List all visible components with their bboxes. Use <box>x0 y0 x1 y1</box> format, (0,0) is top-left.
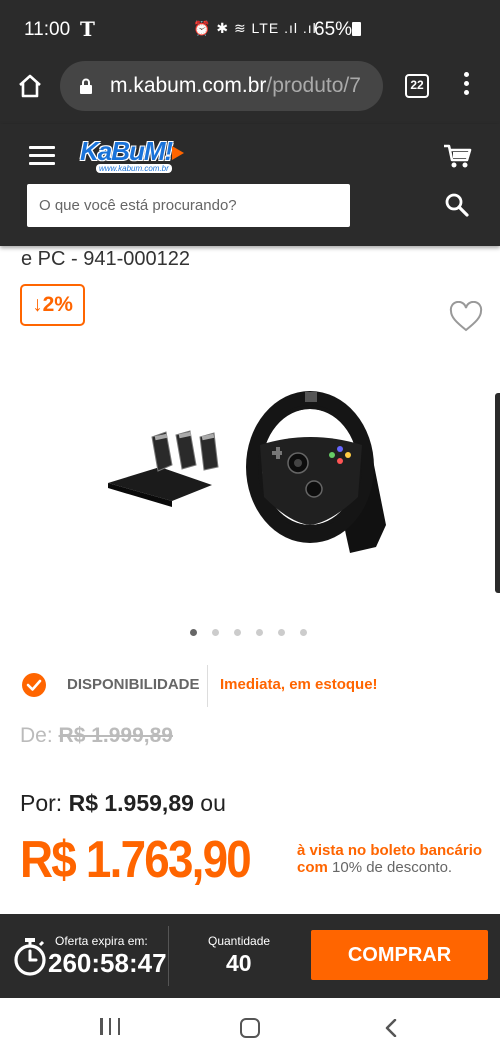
stopwatch-icon <box>14 938 46 976</box>
carousel-dot[interactable] <box>234 629 241 636</box>
carousel-dot[interactable] <box>256 629 263 636</box>
site-header: KaBuM! www.kabum.com.br <box>0 124 500 246</box>
boleto-com: com <box>297 859 328 876</box>
url-text: m.kabum.com.br/produto/7 <box>110 74 361 98</box>
divider <box>168 926 169 986</box>
browser-toolbar: m.kabum.com.br/produto/7 22 <box>0 58 500 124</box>
tab-switcher-icon[interactable]: 22 <box>405 74 429 98</box>
logo-arrow-icon <box>172 146 184 160</box>
search-icon[interactable] <box>444 192 470 218</box>
image-carousel-dots[interactable] <box>190 629 307 639</box>
status-time: 11:00 <box>24 19 71 40</box>
system-status-icons: ⏰ ✱ ≋ LTE .ıl .ıl <box>193 20 317 36</box>
por-prefix: Por: <box>20 790 63 816</box>
lock-icon <box>80 78 92 94</box>
product-image[interactable] <box>100 385 400 565</box>
home-nav-icon[interactable] <box>240 1018 260 1038</box>
cart-icon[interactable] <box>442 142 472 170</box>
system-nav-bar <box>0 998 500 1056</box>
logo-subtext: www.kabum.com.br <box>96 164 172 173</box>
old-price: De: R$ 1.999,89 <box>20 724 173 748</box>
checkmark-icon <box>22 673 46 697</box>
old-price-prefix: De: <box>20 724 53 747</box>
battery-icon <box>352 22 361 36</box>
scroll-indicator[interactable] <box>495 393 500 593</box>
availability-label: DISPONIBILIDADE <box>67 676 200 693</box>
quantity-label: Quantidade <box>208 934 271 948</box>
quantity-value: 40 <box>226 950 252 976</box>
offer-label: Oferta expira em: <box>55 934 148 948</box>
carrier-icon: T <box>80 17 95 41</box>
logo-text: KaBuM! <box>80 136 173 166</box>
search-input[interactable] <box>27 184 350 227</box>
boleto-note: à vista no boleto bancário com 10% de de… <box>297 842 482 876</box>
hamburger-menu-icon[interactable] <box>29 146 55 166</box>
boleto-line1: à vista no boleto bancário <box>297 842 483 859</box>
availability-value: Imediata, em estoque! <box>220 676 378 693</box>
divider <box>207 665 208 707</box>
current-price: Por: R$ 1.959,89 ou <box>20 790 226 817</box>
carousel-dot[interactable] <box>212 629 219 636</box>
carousel-dot[interactable] <box>300 629 307 636</box>
purchase-bar: Oferta expira em: 260:58:47 Quantidade 4… <box>0 914 500 998</box>
buy-button[interactable]: COMPRAR <box>311 930 488 980</box>
cash-price: R$ 1.763,90 <box>20 831 252 889</box>
product-title: e PC - 941-000122 <box>21 248 191 270</box>
availability-row: DISPONIBILIDADE Imediata, em estoque! <box>0 663 500 707</box>
url-host: m.kabum.com.br <box>110 74 267 97</box>
offer-timer: 260:58:47 <box>48 948 167 978</box>
recents-icon[interactable] <box>100 1018 120 1036</box>
home-icon[interactable] <box>16 72 44 100</box>
address-bar[interactable]: m.kabum.com.br/produto/7 <box>60 61 383 111</box>
por-price-value: R$ 1.959,89 <box>68 790 194 816</box>
back-icon[interactable] <box>383 1019 399 1037</box>
discount-badge: ↓2% <box>20 284 85 326</box>
kabum-logo[interactable]: KaBuM! www.kabum.com.br <box>80 136 186 176</box>
por-suffix: ou <box>200 790 226 816</box>
favorite-heart-icon[interactable] <box>449 301 483 333</box>
battery-level: 65% <box>314 19 353 40</box>
carousel-dot[interactable] <box>190 629 197 636</box>
boleto-discount: 10% de desconto. <box>332 859 453 876</box>
old-price-value: R$ 1.999,89 <box>58 724 173 747</box>
status-bar: 11:00 T ⏰ ✱ ≋ LTE .ıl .ıl 65% <box>0 0 500 58</box>
carousel-dot[interactable] <box>278 629 285 636</box>
url-path: /produto/7 <box>266 74 361 97</box>
more-options-icon[interactable] <box>462 72 470 100</box>
